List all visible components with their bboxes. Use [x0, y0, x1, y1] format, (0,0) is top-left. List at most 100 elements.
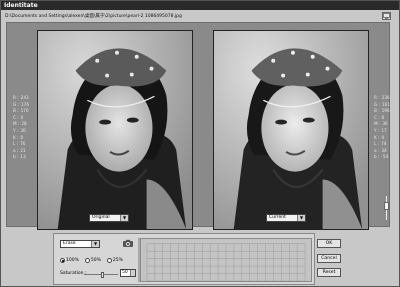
stat-row: a :21	[13, 148, 33, 155]
left-view-value: Original	[92, 215, 110, 220]
color-grid-panel[interactable]	[140, 238, 312, 282]
stat-label: C :	[13, 114, 19, 120]
saturation-slider[interactable]	[84, 272, 118, 278]
stat-row: Y :17	[374, 128, 394, 135]
reset-button[interactable]: Reset	[317, 268, 341, 277]
stat-value: 236	[381, 95, 390, 100]
stats-current: R :236 G :161 B :196 C :6M :36 Y :17 K :0L :7…	[374, 95, 394, 161]
stat-value: 170	[20, 108, 29, 114]
stat-label: K :	[374, 134, 380, 140]
current-image[interactable]	[213, 30, 369, 230]
stat-value: 176	[21, 101, 29, 107]
stat-label: Y :	[374, 127, 380, 133]
stat-row: L :76	[13, 141, 33, 148]
stat-row: L :74	[374, 141, 394, 148]
stat-label: Y :	[13, 127, 19, 133]
original-image[interactable]	[37, 30, 193, 230]
radio-dot[interactable]	[84, 258, 90, 263]
chevron-down-icon: ▼	[297, 215, 305, 221]
zoom-slider[interactable]	[384, 196, 389, 220]
stat-row: C :0	[13, 115, 33, 122]
file-path: D:\Documents and Settings\alexen\桌面\属于\2…	[5, 14, 182, 19]
stat-row: M :28	[13, 121, 33, 128]
stat-row: G :176	[13, 102, 33, 109]
chevron-down-icon: ▼	[91, 241, 99, 247]
ok-button[interactable]: OK	[317, 239, 341, 248]
stat-value: 161	[382, 101, 390, 107]
camera-icon	[123, 239, 133, 247]
right-view-select[interactable]: Current ▼	[266, 214, 306, 222]
mode-select[interactable]: Erase ▼	[60, 240, 100, 248]
stat-label: b :	[374, 154, 380, 160]
radio-dot[interactable]	[106, 258, 112, 263]
zoom-radio-option[interactable]: 100%	[60, 258, 79, 263]
dialog-window: Identitate D:\Documents and Settings\ale…	[0, 0, 400, 287]
stat-value: 0	[381, 134, 385, 140]
stat-row: K :0	[13, 135, 33, 142]
zoom-radio-option[interactable]: 50%	[84, 258, 101, 263]
zoom-radio-group: 100% 50% 25%	[60, 258, 123, 263]
right-view-value: Current	[269, 215, 286, 220]
stat-value: 28	[21, 121, 27, 127]
stat-row: b :13	[13, 154, 33, 161]
title-bar: Identitate	[1, 1, 399, 10]
stat-label: R :	[13, 95, 19, 100]
radio-dot[interactable]	[60, 258, 65, 263]
camera-button[interactable]	[122, 239, 134, 248]
stat-label: C :	[374, 114, 380, 120]
saturation-label: Saturation :	[60, 271, 87, 276]
stat-value: 36	[382, 121, 388, 127]
saturation-value: 50	[122, 270, 128, 275]
stat-row: G :161	[374, 102, 394, 109]
zoom-slider-thumb[interactable]	[384, 202, 389, 210]
stat-value: 243	[20, 95, 29, 100]
stat-row: R :236	[374, 95, 394, 102]
stat-value: 0	[20, 114, 24, 120]
stat-value: 13	[20, 154, 26, 160]
stat-value: 76	[20, 141, 26, 147]
stat-row: a :34	[374, 148, 394, 155]
controls-panel: Erase ▼ 100% 50% 25% Saturation : 50	[53, 233, 315, 285]
stat-row: R :243	[13, 95, 33, 102]
stat-label: L :	[374, 141, 380, 147]
screen-icon	[383, 13, 390, 19]
stat-label: M :	[13, 121, 20, 127]
stat-row: K :0	[374, 135, 394, 142]
chevron-down-icon	[130, 270, 135, 276]
mode-select-value: Erase	[63, 241, 76, 246]
stat-value: 21	[20, 147, 26, 153]
stat-label: L :	[13, 141, 19, 147]
cancel-button[interactable]: Cancel	[317, 254, 341, 263]
preview-area: R :243 G :176 B :170 C :0M :28 Y :30 K :0L :7…	[6, 22, 390, 230]
left-view-select[interactable]: Original ▼	[89, 214, 129, 222]
window-title: Identitate	[4, 2, 38, 9]
stat-label: B :	[13, 108, 19, 114]
stat-row: B :196	[374, 108, 394, 115]
stat-label: K :	[13, 134, 19, 140]
saturation-slider-thumb[interactable]	[101, 272, 105, 278]
stat-value: 17	[381, 127, 387, 133]
radio-label: 100%	[66, 258, 79, 263]
stat-label: a :	[13, 147, 19, 153]
stat-label: B :	[374, 108, 380, 114]
stat-label: M :	[374, 121, 381, 127]
saturation-value-field[interactable]: 50	[120, 269, 136, 277]
chevron-down-icon: ▼	[120, 215, 128, 221]
radio-label: 25%	[112, 258, 123, 263]
zoom-radio-option[interactable]: 25%	[106, 258, 123, 263]
stat-value: 6	[381, 114, 385, 120]
stat-label: G :	[13, 101, 19, 107]
stat-value: 34	[381, 147, 387, 153]
radio-label: 50%	[90, 258, 101, 263]
stat-row: C :6	[374, 115, 394, 122]
stat-row: Y :30	[13, 128, 33, 135]
stat-value: 30	[20, 127, 26, 133]
stat-label: a :	[374, 147, 380, 153]
stat-row: M :36	[374, 121, 394, 128]
stat-label: R :	[374, 95, 380, 100]
stat-label: b :	[13, 154, 19, 160]
stat-value: 196	[381, 108, 390, 114]
screen-tool-button[interactable]	[382, 12, 391, 20]
stat-value: 0	[20, 134, 24, 140]
stats-original: R :243 G :176 B :170 C :0M :28 Y :30 K :0L :7…	[13, 95, 33, 161]
